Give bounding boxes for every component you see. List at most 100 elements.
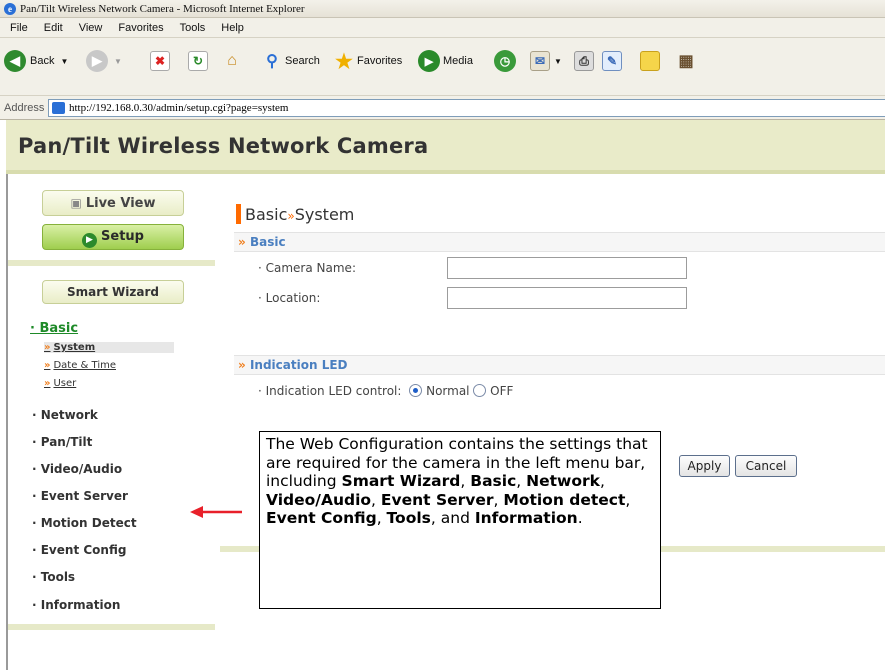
address-label: Address (4, 102, 45, 114)
setup-icon: ▶ (82, 233, 98, 248)
live-view-label: Live View (85, 196, 156, 211)
section-title: Indication LED (249, 358, 348, 372)
sidebar-item-information[interactable]: · Information (32, 598, 120, 612)
section-header-basic: » Basic (234, 232, 885, 252)
page-icon (52, 102, 65, 114)
callout-text: , (493, 490, 504, 509)
research-button[interactable]: ▦ (676, 48, 696, 74)
media-button[interactable]: ▶ Media (418, 48, 473, 74)
sidebar-item-tools[interactable]: · Tools (32, 570, 75, 584)
subitem-label: User (53, 378, 77, 389)
research-icon: ▦ (678, 53, 694, 70)
print-button[interactable]: ⎙ (574, 48, 594, 74)
location-input[interactable] (447, 287, 687, 309)
back-arrow-icon: ◀ (4, 50, 26, 72)
window-titlebar: e Pan/Tilt Wireless Network Camera - Mic… (0, 0, 885, 18)
search-label: Search (285, 55, 320, 67)
callout-text: , and (430, 509, 475, 527)
edit-icon: ✎ (602, 51, 622, 71)
callout-text: , (625, 490, 631, 509)
led-control-row: · Indication LED control: Normal OFF (258, 384, 513, 398)
cancel-button[interactable]: Cancel (735, 455, 797, 477)
sidebar-subitem-user[interactable]: » User (44, 378, 76, 389)
favorites-button[interactable]: ★ Favorites (334, 48, 402, 74)
chevron-icon: » (238, 358, 246, 372)
history-button[interactable]: ◷ (494, 48, 516, 74)
apply-button[interactable]: Apply (679, 455, 730, 477)
breadcrumb-separator: » (287, 209, 295, 223)
discuss-button[interactable] (640, 48, 660, 74)
forward-button[interactable]: ▶ ▼ (86, 48, 122, 74)
menu-file[interactable]: File (2, 18, 36, 37)
menu-view[interactable]: View (71, 18, 111, 37)
callout-bold: Information (474, 509, 578, 527)
led-off-radio[interactable] (473, 384, 487, 397)
stop-icon: ✖ (150, 51, 170, 71)
address-input[interactable]: http://192.168.0.30/admin/setup.cgi?page… (48, 99, 885, 117)
subitem-label: System (53, 342, 96, 353)
sidebar-item-motion-detect[interactable]: · Motion Detect (32, 516, 137, 530)
callout-text: , (376, 509, 387, 527)
home-icon: ⌂ (227, 52, 237, 69)
callout-text: , (599, 472, 605, 490)
mail-button[interactable]: ✉ ▼ (530, 48, 562, 74)
menu-favorites[interactable]: Favorites (110, 18, 171, 37)
camera-name-label: · Camera Name: (258, 261, 356, 275)
sidebar-item-network[interactable]: · Network (32, 408, 98, 422)
favorites-label: Favorites (357, 55, 403, 67)
menu-edit[interactable]: Edit (36, 18, 71, 37)
annotation-callout: The Web Configuration contains the setti… (259, 431, 661, 609)
sidebar-item-basic[interactable]: · Basic (30, 321, 78, 336)
callout-bold: Event Config (266, 509, 377, 527)
mail-icon: ✉ (530, 51, 550, 71)
browser-toolbar: ◀ Back ▼ ▶ ▼ ✖ ↻ ⌂ ⚲ Search ★ Favorites … (0, 38, 885, 96)
chevron-icon: » (238, 235, 246, 249)
dropdown-icon: ▼ (114, 56, 122, 66)
sidebar-item-video-audio[interactable]: · Video/Audio (32, 462, 122, 476)
back-button[interactable]: ◀ Back ▼ (4, 48, 68, 74)
media-label: Media (443, 55, 473, 67)
callout-bold: Smart Wizard (341, 472, 461, 490)
callout-bold: Network (526, 472, 600, 490)
search-button[interactable]: ⚲ Search (262, 48, 320, 74)
camera-icon: ▣ (70, 196, 82, 210)
menu-tools[interactable]: Tools (172, 18, 214, 37)
callout-text: . (577, 509, 583, 527)
location-label: · Location: (258, 291, 321, 305)
menubar: File Edit View Favorites Tools Help (0, 18, 885, 38)
refresh-button[interactable]: ↻ (188, 48, 208, 74)
smart-wizard-button[interactable]: Smart Wizard (42, 280, 184, 304)
menu-help[interactable]: Help (213, 18, 252, 37)
led-normal-radio[interactable] (409, 384, 423, 397)
discuss-icon (640, 51, 660, 71)
dropdown-icon: ▼ (554, 56, 562, 66)
main-title: Basic»System (236, 204, 354, 224)
window-left-border (6, 120, 8, 670)
sidebar-item-event-server[interactable]: · Event Server (32, 489, 128, 503)
led-control-label: · Indication LED control: (258, 384, 402, 398)
setup-label: Setup (101, 229, 144, 244)
search-icon: ⚲ (266, 53, 278, 70)
refresh-icon: ↻ (188, 51, 208, 71)
callout-bold: Motion detect (503, 490, 626, 509)
callout-bold: Tools (386, 509, 431, 527)
chevron-icon: » (44, 360, 51, 371)
media-icon: ▶ (418, 50, 440, 72)
sidebar-subitem-system[interactable]: » System (44, 342, 174, 353)
sidebar-item-event-config[interactable]: · Event Config (32, 543, 126, 557)
stop-button[interactable]: ✖ (150, 48, 170, 74)
page-header: Pan/Tilt Wireless Network Camera (6, 120, 885, 174)
setup-button[interactable]: ▶ Setup (42, 224, 184, 250)
home-button[interactable]: ⌂ (222, 48, 242, 74)
sidebar-item-pan-tilt[interactable]: · Pan/Tilt (32, 435, 92, 449)
section-header-indication-led: » Indication LED (234, 355, 885, 375)
title-part2: System (294, 205, 355, 224)
camera-name-input[interactable] (447, 257, 687, 279)
callout-text: , (371, 490, 381, 509)
edit-button[interactable]: ✎ (602, 48, 622, 74)
callout-bold: Event Server (380, 490, 494, 509)
red-arrow-icon (190, 506, 242, 518)
sidebar-subitem-date-time[interactable]: » Date & Time (44, 360, 116, 371)
led-normal-label: Normal (426, 384, 470, 398)
live-view-button[interactable]: ▣ Live View (42, 190, 184, 216)
